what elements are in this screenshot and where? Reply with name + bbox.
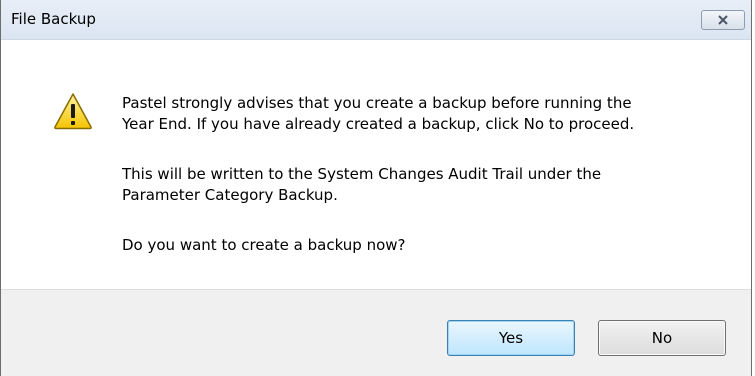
yes-button[interactable]: Yes [447, 320, 575, 356]
dialog-title: File Backup [11, 10, 96, 28]
message-line: Parameter Category Backup. [122, 186, 338, 204]
dialog-content: Pastel strongly advises that you create … [1, 40, 751, 289]
message-paragraph-1: Pastel strongly advises that you create … [122, 93, 722, 135]
close-icon [718, 15, 728, 25]
message-paragraph-2: This will be written to the System Chang… [122, 164, 722, 206]
message-line: Year End. If you have already created a … [122, 115, 635, 133]
warning-icon [54, 93, 92, 130]
message-question: Do you want to create a backup now? [122, 236, 406, 254]
button-bar: Yes No [1, 289, 751, 376]
close-button[interactable] [701, 10, 745, 30]
message-line: This will be written to the System Chang… [122, 165, 602, 183]
title-bar[interactable]: File Backup [1, 0, 751, 40]
no-button[interactable]: No [598, 320, 726, 356]
message-line: Pastel strongly advises that you create … [122, 94, 632, 112]
file-backup-dialog: File Backup Pastel strongly advises that… [0, 0, 752, 376]
